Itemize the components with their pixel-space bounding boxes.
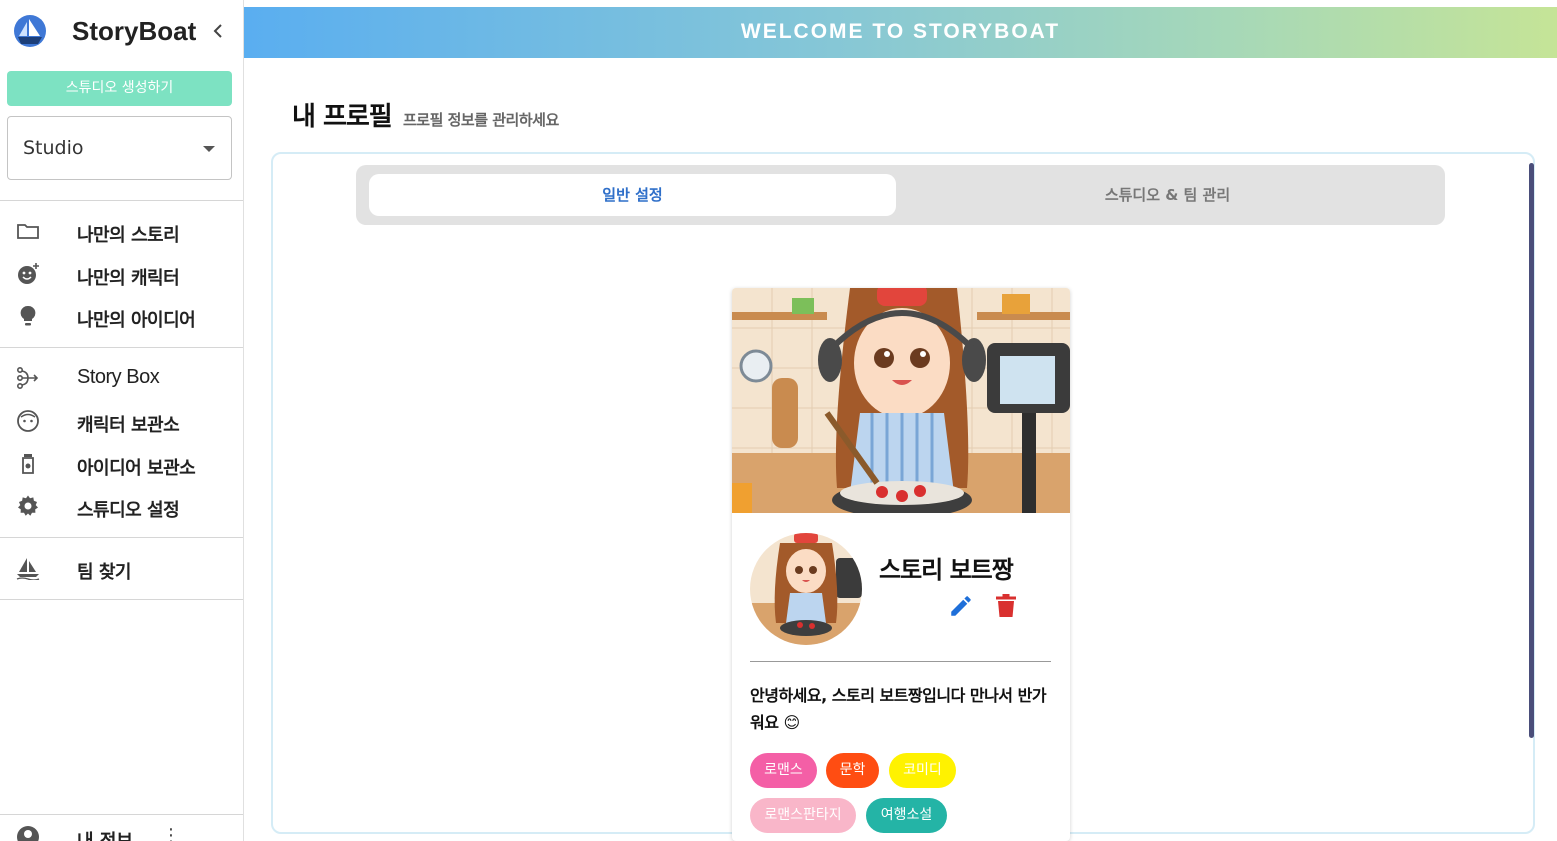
studio-select[interactable]: Studio bbox=[7, 116, 232, 180]
emoji-add-icon bbox=[18, 263, 39, 284]
divider bbox=[0, 347, 243, 348]
my-info-label: 내 정보 bbox=[77, 827, 133, 841]
delete-profile-button[interactable] bbox=[995, 593, 1017, 619]
page-title: 내 프로필 bbox=[292, 102, 393, 132]
nav-item-character-storage[interactable]: 캐릭터 보관소 bbox=[0, 401, 243, 441]
folder-icon bbox=[17, 224, 39, 239]
page-subtitle: 프로필 정보를 관리하세요 bbox=[403, 111, 559, 129]
brand-header: StoryBoat bbox=[0, 0, 243, 60]
nav-item-label: 팀 찾기 bbox=[77, 562, 131, 583]
edit-profile-button[interactable] bbox=[948, 593, 974, 619]
chevron-left-icon bbox=[213, 24, 222, 38]
jar-icon bbox=[22, 454, 34, 474]
nav-item-my-stories[interactable]: 나만의 스토리 bbox=[0, 211, 243, 251]
tab-general-settings[interactable]: 일반 설정 bbox=[369, 174, 896, 216]
nav-item-find-team[interactable]: 팀 찾기 bbox=[0, 548, 243, 588]
branch-icon bbox=[16, 366, 39, 389]
create-studio-button[interactable]: 스튜디오 생성하기 bbox=[7, 71, 232, 106]
top-header-bar: WELCOME TO STORYBOAT bbox=[244, 7, 1557, 58]
header-title: WELCOME TO STORYBOAT bbox=[740, 20, 1061, 43]
nav-item-label: 스튜디오 설정 bbox=[77, 500, 180, 521]
divider bbox=[0, 537, 243, 538]
my-info-menu[interactable]: 내 정보 ⋮ bbox=[0, 814, 243, 841]
profile-nickname: 스토리 보트짱 bbox=[879, 556, 1014, 584]
nav-item-label: 나만의 아이디어 bbox=[77, 310, 196, 331]
divider bbox=[0, 599, 243, 600]
account-icon bbox=[17, 826, 39, 841]
gear-icon bbox=[18, 495, 38, 516]
nav-item-label: 캐릭터 보관소 bbox=[77, 415, 180, 436]
nav-item-label: 나만의 캐릭터 bbox=[77, 268, 180, 289]
dropdown-caret-icon bbox=[203, 146, 215, 152]
storyboat-logo-icon bbox=[14, 15, 46, 47]
nav-item-label: 나만의 스토리 bbox=[77, 225, 180, 246]
scrollbar[interactable] bbox=[1529, 163, 1534, 738]
genre-tag[interactable]: 로맨스판타지 bbox=[750, 798, 856, 833]
sailboat-icon bbox=[16, 558, 40, 580]
profile-divider bbox=[750, 661, 1051, 662]
profile-card: 스토리 보트짱 안녕하세요, 스토리 보트짱입니다 만나서 반가워요 😊 로맨스… bbox=[732, 288, 1070, 841]
lightbulb-icon bbox=[20, 305, 36, 326]
nav-item-studio-settings[interactable]: 스튜디오 설정 bbox=[0, 486, 243, 526]
more-vertical-icon[interactable]: ⋮ bbox=[162, 825, 180, 841]
studio-select-value: Studio bbox=[23, 137, 84, 159]
sidebar: StoryBoat 스튜디오 생성하기 Studio 나만의 스토리 나만의 캐… bbox=[0, 0, 244, 841]
pencil-icon bbox=[951, 596, 971, 616]
genre-tag[interactable]: 여행소설 bbox=[866, 798, 947, 833]
nav-item-my-ideas[interactable]: 나만의 아이디어 bbox=[0, 296, 243, 336]
nav-item-idea-storage[interactable]: 아이디어 보관소 bbox=[0, 444, 243, 484]
nav-item-label: Story Box bbox=[77, 366, 160, 388]
genre-tag[interactable]: 문학 bbox=[826, 753, 879, 788]
profile-avatar[interactable] bbox=[750, 533, 862, 645]
nav-item-label: 아이디어 보관소 bbox=[77, 458, 196, 479]
tab-studio-team-management[interactable]: 스튜디오 & 팀 관리 bbox=[900, 174, 1435, 216]
collapse-sidebar-button[interactable] bbox=[210, 20, 230, 44]
divider bbox=[0, 200, 243, 201]
genre-tag[interactable]: 코미디 bbox=[889, 753, 956, 788]
genre-tag[interactable]: 로맨스 bbox=[750, 753, 817, 788]
nav-item-my-characters[interactable]: 나만의 캐릭터 bbox=[0, 254, 243, 294]
profile-cover-image bbox=[732, 288, 1070, 513]
trash-icon bbox=[996, 594, 1016, 617]
face-icon bbox=[17, 410, 39, 432]
nav-item-story-box[interactable]: Story Box bbox=[0, 358, 243, 398]
brand-name: StoryBoat bbox=[72, 16, 197, 46]
profile-bio: 안녕하세요, 스토리 보트짱입니다 만나서 반가워요 😊 bbox=[750, 686, 1047, 732]
